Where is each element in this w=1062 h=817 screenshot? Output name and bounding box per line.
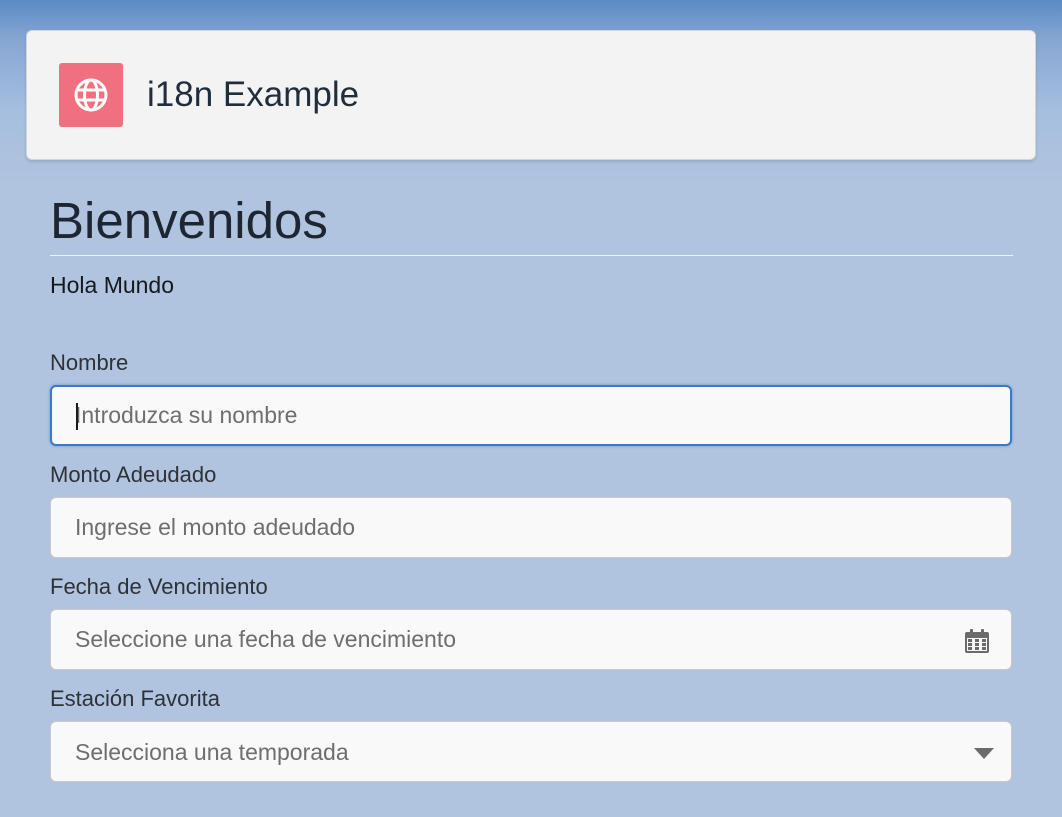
- name-field[interactable]: [50, 385, 1012, 446]
- chevron-down-icon[interactable]: [974, 748, 994, 759]
- due-date-label: Fecha de Vencimiento: [50, 574, 268, 599]
- season-label: Estación Favorita: [50, 686, 220, 711]
- app-title: i18n Example: [147, 75, 360, 114]
- greeting-text: Hola Mundo: [50, 272, 175, 298]
- globe-icon: [59, 63, 123, 127]
- season-select-placeholder: Selecciona una temporada: [75, 739, 349, 765]
- amount-input[interactable]: [75, 498, 955, 557]
- calendar-icon[interactable]: [964, 628, 990, 654]
- due-date-field[interactable]: [50, 609, 1012, 670]
- amount-field[interactable]: [50, 497, 1012, 558]
- amount-label: Monto Adeudado: [50, 462, 217, 487]
- season-select[interactable]: Selecciona una temporada: [50, 721, 1012, 782]
- name-input[interactable]: [75, 387, 955, 444]
- name-label: Nombre: [50, 350, 129, 375]
- app-header: i18n Example: [26, 30, 1036, 160]
- page-heading: Bienvenidos: [50, 192, 328, 249]
- text-cursor: [76, 403, 78, 430]
- due-date-input[interactable]: [75, 610, 955, 669]
- heading-divider: [50, 255, 1013, 256]
